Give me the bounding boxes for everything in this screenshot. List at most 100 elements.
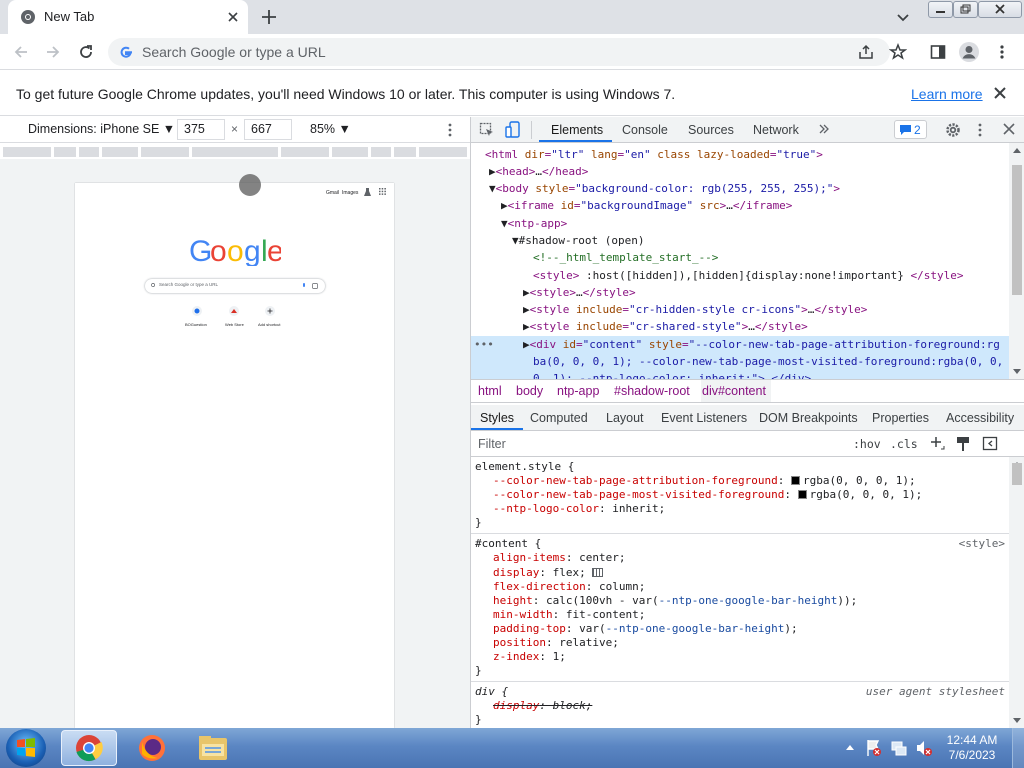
css-declaration[interactable]: --color-new-tab-page-most-visited-foregr… [493,488,922,502]
css-source-style[interactable]: <style> [959,537,1005,551]
volume-muted-icon[interactable] [915,739,933,757]
mic-icon[interactable] [302,283,306,289]
add-shortcut-tile[interactable]: Add shortcut [258,305,280,335]
devtools-close-icon[interactable] [1002,122,1016,136]
flexbox-editor-icon[interactable] [592,568,604,577]
css-declaration-overridden[interactable]: display: block; [493,699,592,713]
learn-more-link[interactable]: Learn more [911,86,983,102]
styles-rules[interactable]: element.style { --color-new-tab-page-att… [471,457,1009,728]
reload-icon[interactable] [77,43,95,61]
css-declaration[interactable]: --ntp-logo-color: inherit; [493,502,665,516]
tab-dom-breakpoints[interactable]: DOM Breakpoints [759,411,858,425]
bookmark-star-icon[interactable] [889,43,907,61]
tray-expand-icon[interactable] [845,743,855,751]
side-panel-icon[interactable] [929,43,947,61]
taskbar-firefox-button[interactable] [124,730,180,766]
dom-line-shadow-root[interactable]: ▼#shadow-root (open) [512,232,644,249]
window-close-button[interactable] [978,1,1022,18]
css-selector-element-style[interactable]: element.style { [475,460,574,474]
omnibox[interactable]: Search Google or type a URL [108,38,890,66]
dom-line-style-hidden[interactable]: ▶<style include="cr-hidden-style cr-icon… [523,301,867,318]
tab-console[interactable]: Console [622,123,668,137]
more-tabs-chevron-icon[interactable] [818,122,830,136]
dom-line-style-shared[interactable]: ▶<style include="cr-shared-style">…</sty… [523,318,808,335]
dom-line-head[interactable]: ▶<head>…</head> [489,163,588,180]
inspect-element-icon[interactable] [479,122,495,138]
infobar-close-icon[interactable] [992,85,1008,101]
tab-new-tab[interactable]: New Tab [8,0,248,34]
tab-sources[interactable]: Sources [688,123,734,137]
back-arrow-icon[interactable] [12,43,30,61]
mobile-page[interactable]: Gmail Images Google Search Google or typ… [75,183,394,728]
device-width-input[interactable]: 375 [177,119,225,140]
tab-close-icon[interactable] [224,8,242,26]
device-menu-icon[interactable] [446,122,454,138]
taskbar-explorer-button[interactable] [185,730,241,766]
tab-computed[interactable]: Computed [530,411,588,425]
dom-line-comment[interactable]: <!--_html_template_start_--> [533,249,718,266]
css-selector-div[interactable]: div { [475,685,508,699]
dom-ellipsis-marker[interactable]: ••• [474,336,494,353]
gmail-link[interactable]: Gmail [326,190,339,196]
chrome-menu-icon[interactable] [995,43,1009,61]
labs-icon[interactable] [364,188,371,196]
tab-layout[interactable]: Layout [606,411,644,425]
tab-search-chevron-icon[interactable] [894,8,912,26]
css-declaration[interactable]: z-index: 1; [493,650,566,664]
breadcrumb-shadow-root[interactable]: #shadow-root [614,384,690,398]
tab-styles[interactable]: Styles [480,411,514,425]
tab-event-listeners[interactable]: Event Listeners [661,411,747,425]
breadcrumb-ntp-app[interactable]: ntp-app [557,384,599,398]
cls-button[interactable]: .cls [890,437,918,451]
dom-line-ntp-app[interactable]: ▼<ntp-app> [501,215,567,232]
issues-counter[interactable]: 2 [894,120,927,139]
filter-input[interactable]: Filter [478,437,506,451]
images-link[interactable]: Images [342,190,358,196]
dom-tree[interactable]: <html dir="ltr" lang="en" class lazy-loa… [471,143,1009,379]
dom-line-style-host[interactable]: <style> :host([hidden]),[hidden]{display… [533,267,963,284]
lens-icon[interactable] [312,283,318,289]
dom-scrollbar[interactable] [1009,143,1024,379]
dom-line-style[interactable]: ▶<style>…</style> [523,284,636,301]
start-button[interactable] [6,729,46,767]
css-declaration[interactable]: min-width: fit-content; [493,608,645,622]
css-declaration[interactable]: height: calc(100vh - var(--ntp-one-googl… [493,594,857,608]
device-toggle-icon[interactable] [505,121,521,139]
new-tab-plus-icon[interactable] [258,6,280,28]
minimize-button[interactable] [928,1,953,18]
dom-line-iframe[interactable]: ▶<iframe id="backgroundImage" src>…</ifr… [501,197,792,214]
network-icon[interactable] [890,739,908,757]
tab-elements[interactable]: Elements [551,123,603,137]
css-selector-content[interactable]: #content { [475,537,541,551]
tab-network[interactable]: Network [753,123,799,137]
css-declaration[interactable]: align-items: center; [493,551,625,565]
profile-avatar[interactable] [958,41,980,63]
zoom-dropdown[interactable]: 85% ▼ [310,122,351,136]
dimensions-dropdown[interactable]: Dimensions: iPhone SE ▼ [28,122,175,136]
new-style-rule-icon[interactable] [929,435,945,453]
tab-properties[interactable]: Properties [872,411,929,425]
tab-accessibility[interactable]: Accessibility [946,411,1014,425]
shortcut-tile[interactable]: Web Store [224,305,244,335]
breadcrumb-div-content[interactable]: div#content [702,384,766,398]
breadcrumb-body[interactable]: body [516,384,543,398]
hov-button[interactable]: :hov [853,437,881,451]
settings-gear-icon[interactable] [945,122,961,138]
share-icon[interactable] [857,43,875,61]
breadcrumb-html[interactable]: html [478,384,502,398]
styles-scrollbar[interactable] [1009,457,1024,728]
action-center-flag-icon[interactable] [866,739,882,757]
apps-grid-icon[interactable] [379,188,386,195]
paint-brush-icon[interactable] [955,435,971,453]
devtools-menu-icon[interactable] [976,122,984,138]
css-declaration[interactable]: --color-new-tab-page-attribution-foregro… [493,474,916,488]
shortcut-tile[interactable]: BOGuestion [185,305,207,335]
show-desktop-button[interactable] [1012,728,1024,768]
forward-arrow-icon[interactable] [44,43,62,61]
css-declaration[interactable]: display: flex; [493,566,604,580]
media-query-bar[interactable] [0,145,470,159]
taskbar-clock[interactable]: 12:44 AM 7/6/2023 [942,733,1002,763]
taskbar-chrome-button[interactable] [61,730,117,766]
dom-line-html[interactable]: <html dir="ltr" lang="en" class lazy-loa… [485,146,823,163]
mobile-search-box[interactable]: Search Google or type a URL [145,279,325,293]
